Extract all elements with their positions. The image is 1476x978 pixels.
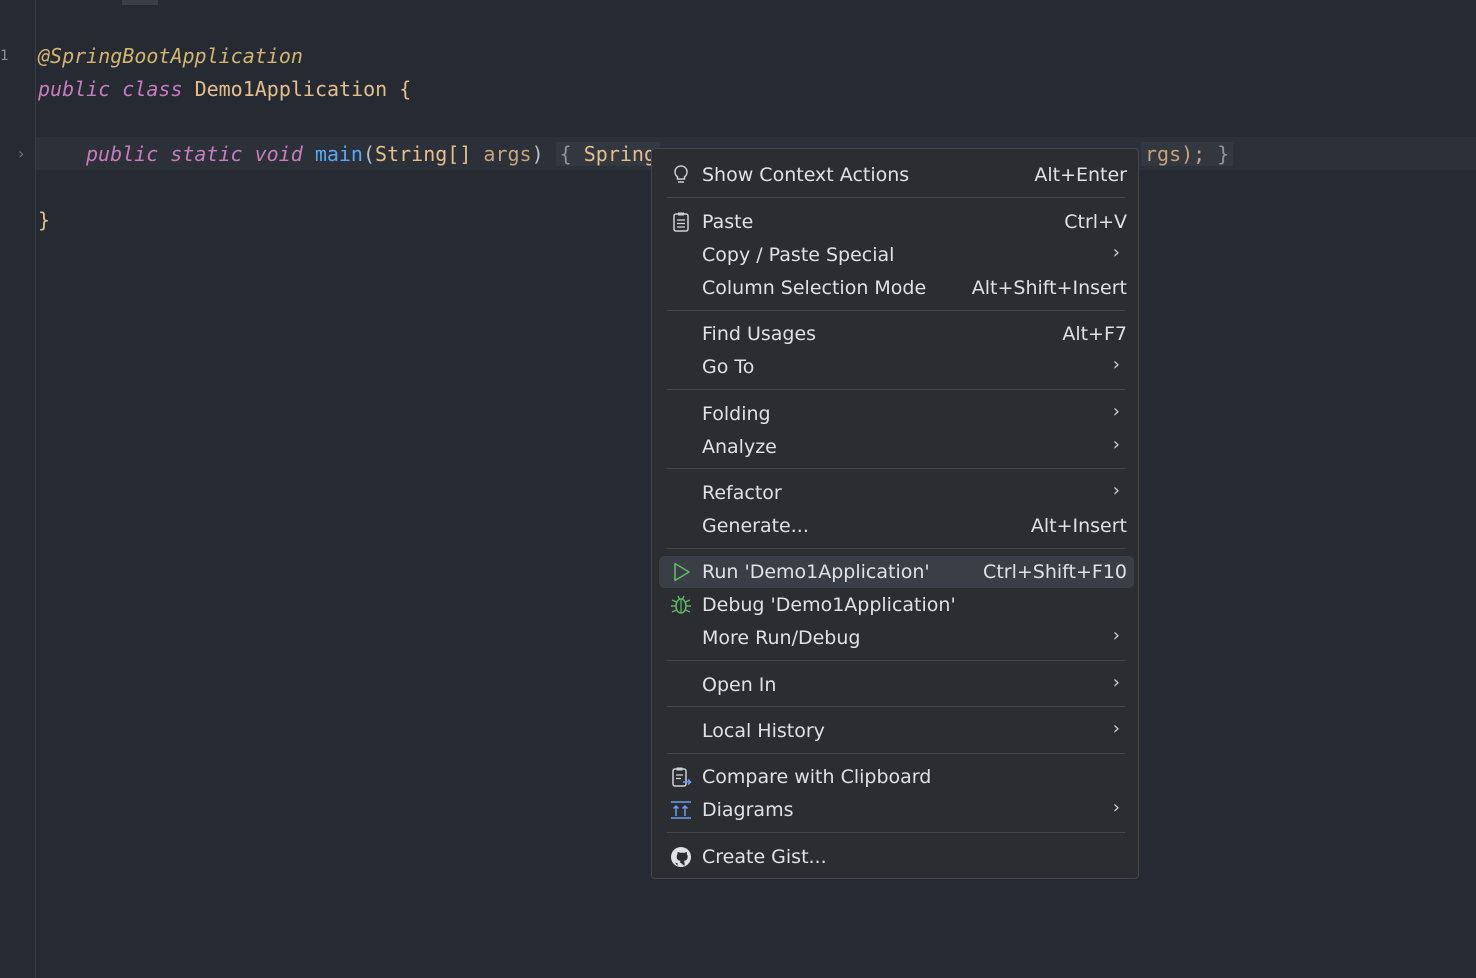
fold-toggle-icon[interactable]: › [18,144,24,163]
paren-close: ) [531,142,544,166]
menu-item-label: Folding [702,403,771,425]
menu-item-open-in[interactable]: Open In › [659,669,1134,701]
menu-separator [667,706,1125,707]
gutter-marker: 1 [0,48,9,64]
menu-item-shortcut: Alt+Shift+Insert [971,277,1127,299]
menu-separator [667,832,1125,833]
menu-separator [667,468,1125,469]
menu-item-debug[interactable]: Debug 'Demo1Application' [659,589,1134,621]
menu-item-shortcut: Alt+F7 [1062,323,1127,345]
chevron-right-icon: › [1112,354,1120,375]
menu-item-more-run-debug[interactable]: More Run/Debug › [659,622,1134,654]
menu-item-label: Diagrams [702,799,794,821]
keyword-public: public [38,77,111,101]
menu-item-refactor[interactable]: Refactor › [659,477,1134,509]
run-icon [669,560,693,584]
menu-item-label: Open In [702,674,777,696]
menu-item-label: Generate... [702,515,809,537]
menu-item-label: Run 'Demo1Application' [702,561,930,583]
code-line-main-tail[interactable]: rgs); } [1141,138,1234,171]
menu-item-label: Find Usages [702,323,817,345]
menu-item-shortcut: Ctrl+V [1064,211,1127,233]
menu-item-label: Refactor [702,482,782,504]
clipboard-icon [669,210,693,234]
menu-item-label: Debug 'Demo1Application' [702,594,956,616]
menu-item-folding[interactable]: Folding › [659,398,1134,430]
menu-separator [667,389,1125,390]
chevron-right-icon: › [1112,672,1120,693]
menu-item-label: Paste [702,211,754,233]
menu-item-label: Column Selection Mode [702,277,927,299]
menu-item-analyze[interactable]: Analyze › [659,431,1134,463]
chevron-right-icon: › [1112,625,1120,646]
menu-item-label: Create Gist... [702,846,827,868]
menu-item-copy-paste-special[interactable]: Copy / Paste Special › [659,239,1134,271]
keyword-class: class [122,77,183,101]
chevron-right-icon: › [1112,242,1120,263]
bug-icon [669,593,693,617]
menu-item-local-history[interactable]: Local History › [659,715,1134,747]
method-name: main [314,142,363,166]
top-tab-stub [122,0,158,5]
code-line-close-brace[interactable]: } [38,204,50,237]
menu-item-run[interactable]: Run 'Demo1Application' Ctrl+Shift+F10 [659,556,1134,588]
compare-clipboard-icon [669,765,693,789]
chevron-right-icon: › [1112,718,1120,739]
lightbulb-icon [669,163,693,187]
paren-open: ( [362,142,376,166]
class-name: Demo1Application [194,77,388,101]
code-line-annotation[interactable]: @SpringBootApplication [38,40,303,73]
menu-separator [667,197,1125,198]
menu-item-find-usages[interactable]: Find Usages Alt+F7 [659,318,1134,350]
keyword-void: void [254,142,303,166]
menu-item-shortcut: Alt+Insert [1030,515,1127,537]
code-line-class-decl[interactable]: public class Demo1Application { [38,73,411,106]
top-hint: · [58,0,67,8]
menu-separator [667,310,1125,311]
diagrams-icon [669,798,693,822]
menu-separator [667,753,1125,754]
folded-code-tail: rgs); [1145,142,1206,166]
menu-item-shortcut: Ctrl+Shift+F10 [983,561,1127,583]
menu-separator [667,660,1125,661]
menu-item-compare-with-clipboard[interactable]: Compare with Clipboard [659,761,1134,793]
menu-item-label: Local History [702,720,825,742]
chevron-right-icon: › [1112,797,1120,818]
menu-item-label: Analyze [702,436,777,458]
editor-context-menu: Show Context Actions Alt+Enter Paste Ctr… [651,148,1139,879]
github-icon [669,845,693,869]
menu-item-column-selection-mode[interactable]: Column Selection Mode Alt+Shift+Insert [659,272,1134,304]
keyword-public: public [86,142,159,166]
folded-body-start[interactable]: { Spring [555,142,661,166]
keyword-static: static [170,142,243,166]
menu-separator [667,548,1125,549]
folded-code-text: Spring [583,142,657,166]
chevron-right-icon: › [1112,434,1120,455]
close-brace: } [38,208,51,232]
fold-brace-open: { [559,142,572,166]
open-brace: { [399,77,412,101]
menu-item-go-to[interactable]: Go To › [659,351,1134,383]
annotation: @SpringBootApplication [38,44,303,68]
menu-item-label: More Run/Debug [702,627,861,649]
chevron-right-icon: › [1112,480,1120,501]
menu-item-label: Go To [702,356,755,378]
menu-item-shortcut: Alt+Enter [1034,164,1127,186]
menu-item-create-gist[interactable]: Create Gist... [659,841,1134,873]
menu-item-label: Compare with Clipboard [702,766,932,788]
menu-item-generate[interactable]: Generate... Alt+Insert [659,510,1134,542]
fold-brace-close: } [1217,142,1230,166]
menu-item-label: Show Context Actions [702,164,910,186]
folded-body-end[interactable]: rgs); } [1141,142,1234,166]
menu-item-diagrams[interactable]: Diagrams › [659,794,1134,826]
menu-item-paste[interactable]: Paste Ctrl+V [659,206,1134,238]
menu-item-show-context-actions[interactable]: Show Context Actions Alt+Enter [659,159,1134,191]
param-name: args [483,142,532,166]
chevron-right-icon: › [1112,401,1120,422]
param-type: String[] [375,142,472,166]
code-line-main-method[interactable]: public static void main(String[] args) {… [86,138,661,171]
menu-item-label: Copy / Paste Special [702,244,895,266]
